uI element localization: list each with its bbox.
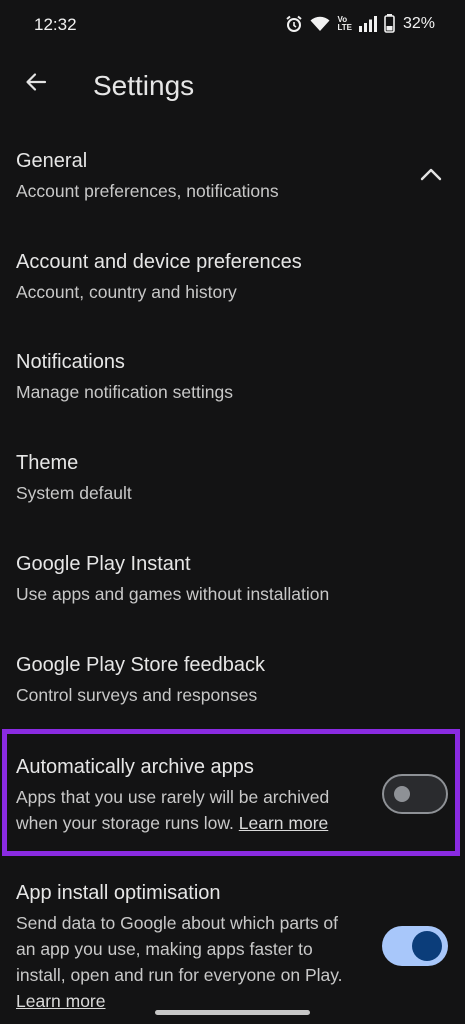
chevron-up-icon [420,167,442,186]
item-title: Notifications [16,351,125,373]
back-button[interactable] [16,64,56,104]
signal-icon [358,15,377,32]
volte-icon: Vo LTE [337,15,352,32]
item-title: App install optimisation [16,882,221,904]
status-time: 12:32 [34,15,77,34]
wifi-icon [310,15,330,32]
item-subtitle: Send data to Google about which parts of… [16,910,376,1014]
item-subtitle: Apps that you use rarely will be archive… [16,784,376,836]
battery-percent: 32% [402,14,435,32]
subtitle-line: install, open and run for everyone on Pl… [16,965,343,985]
settings-item-theme[interactable]: Theme System default [16,450,376,506]
page-title: Settings [93,70,195,101]
item-title: Google Play Store feedback [16,654,266,676]
subtitle-line: when your storage runs low. [16,813,234,833]
toggle-knob [394,786,410,802]
status-icons: Vo LTE 32% [285,14,435,33]
status-bar: 12:32 Vo LTE 32% [0,0,465,52]
settings-item-store-feedback[interactable]: Google Play Store feedback Control surve… [16,652,376,708]
install-optimisation-toggle[interactable] [382,926,448,966]
item-title: Account and device preferences [16,251,302,273]
settings-item-account-device[interactable]: Account and device preferences Account, … [16,249,376,305]
item-subtitle: Account, country and history [16,282,237,302]
subtitle-line: an app you use, making apps faster to [16,939,313,959]
arrow-back-icon [24,70,48,99]
learn-more-link[interactable]: Learn more [16,991,106,1011]
alarm-icon [285,15,303,33]
item-subtitle: Account preferences, notifications [16,181,279,201]
settings-item-play-instant[interactable]: Google Play Instant Use apps and games w… [16,551,376,607]
item-subtitle: Use apps and games without installation [16,584,330,604]
home-indicator[interactable] [155,1010,310,1015]
settings-item-general[interactable]: General Account preferences, notificatio… [16,148,376,204]
toggle-knob [412,931,442,961]
volte-bottom-label: LTE [337,22,352,32]
battery-icon [384,14,395,33]
item-title: Google Play Instant [16,553,191,575]
item-title: Theme [16,452,79,474]
settings-item-auto-archive[interactable]: Automatically archive apps Apps that you… [16,754,376,836]
item-subtitle: Manage notification settings [16,382,233,402]
item-title: Automatically archive apps [16,756,254,778]
item-title: General [16,150,88,172]
subtitle-line: Apps that you use rarely will be archive… [16,787,330,807]
auto-archive-toggle[interactable] [382,774,448,814]
learn-more-link[interactable]: Learn more [239,813,329,833]
item-subtitle: Control surveys and responses [16,685,258,705]
item-subtitle: System default [16,483,132,503]
subtitle-line: Send data to Google about which parts of [16,913,339,933]
collapse-general-button[interactable] [415,162,447,190]
settings-item-notifications[interactable]: Notifications Manage notification settin… [16,349,376,405]
settings-item-install-optimisation[interactable]: App install optimisation Send data to Go… [16,880,376,1014]
app-bar: Settings [0,52,465,124]
